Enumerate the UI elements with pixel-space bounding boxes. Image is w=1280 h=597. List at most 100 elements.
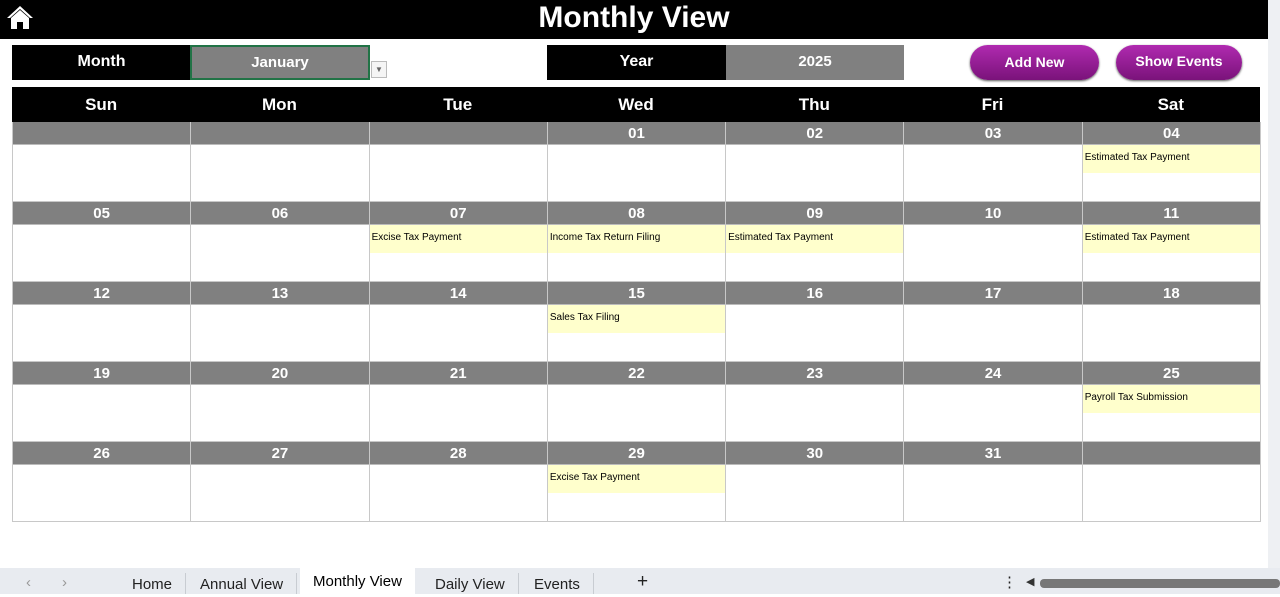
day-cell[interactable]: 23 <box>726 362 905 442</box>
weekday-sat: Sat <box>1157 95 1185 114</box>
sheet-tab-home[interactable]: Home <box>119 573 187 594</box>
day-number <box>369 122 547 145</box>
day-number: 03 <box>904 122 1082 145</box>
day-number: 21 <box>369 362 547 385</box>
horizontal-scrollbar[interactable] <box>1040 579 1280 588</box>
day-cell[interactable]: 19 <box>13 362 192 442</box>
day-number: 25 <box>1082 362 1260 385</box>
chevron-right-icon[interactable]: › <box>62 574 67 591</box>
scroll-left-icon[interactable]: ◀ <box>1026 575 1034 588</box>
chevron-left-icon[interactable]: ‹ <box>26 574 31 591</box>
page-title: Monthly View <box>538 1 730 34</box>
day-cell[interactable]: 29 Excise Tax Payment <box>547 442 727 522</box>
day-number: 29 <box>547 442 726 465</box>
day-number: 07 <box>369 202 547 225</box>
day-cell[interactable]: 08 Income Tax Return Filing <box>547 202 727 282</box>
day-cell[interactable]: 15 Sales Tax Filing <box>547 282 727 362</box>
day-number: 31 <box>904 442 1082 465</box>
month-select[interactable]: January <box>190 45 370 80</box>
day-cell[interactable]: 16 <box>726 282 905 362</box>
day-number: 24 <box>904 362 1082 385</box>
day-cell[interactable]: 25 Payroll Tax Submission <box>1082 362 1261 442</box>
day-cell[interactable]: 03 <box>904 122 1083 202</box>
day-cell[interactable]: 21 <box>369 362 548 442</box>
day-cell[interactable]: 27 <box>191 442 370 522</box>
day-cell[interactable]: 09 Estimated Tax Payment <box>726 202 905 282</box>
day-cell[interactable]: 18 <box>1082 282 1261 362</box>
day-cell[interactable] <box>191 122 370 202</box>
sheet-tab-annual-view[interactable]: Annual View <box>187 573 298 594</box>
week-row: 05 06 07 Excise Tax Payment 08 Income Tax Ret… <box>13 202 1261 282</box>
event-item[interactable]: Income Tax Return Filing <box>547 225 726 253</box>
day-cell[interactable]: 04 Estimated Tax Payment <box>1082 122 1261 202</box>
day-cell[interactable]: 22 <box>547 362 727 442</box>
day-number: 27 <box>191 442 369 465</box>
day-cell[interactable]: 24 <box>904 362 1083 442</box>
day-number: 22 <box>547 362 726 385</box>
day-number: 01 <box>547 122 726 145</box>
event-item[interactable]: Estimated Tax Payment <box>1082 225 1260 253</box>
event-item[interactable]: Excise Tax Payment <box>369 225 547 253</box>
day-cell[interactable]: 28 <box>369 442 548 522</box>
calendar-grid: 01 02 03 04 Estimated Tax Payment 05 06 07 Excis… <box>12 122 1261 522</box>
weekday-sun: Sun <box>85 95 118 114</box>
event-item[interactable]: Estimated Tax Payment <box>1082 145 1260 173</box>
day-cell[interactable]: 12 <box>13 282 192 362</box>
day-number: 02 <box>726 122 904 145</box>
event-item[interactable]: Sales Tax Filing <box>547 305 726 333</box>
day-number: 04 <box>1082 122 1260 145</box>
day-cell[interactable]: 14 <box>369 282 548 362</box>
day-cell[interactable]: 10 <box>904 202 1083 282</box>
day-number: 05 <box>13 202 191 225</box>
more-icon[interactable]: ⋮ <box>1002 573 1017 591</box>
day-cell[interactable] <box>13 122 192 202</box>
sheet-tab-daily-view[interactable]: Daily View <box>422 573 519 594</box>
day-number: 17 <box>904 282 1082 305</box>
sheet-tab-bar: ‹ › Home Annual View Monthly View Daily Vie… <box>0 568 1280 594</box>
day-cell[interactable]: 30 <box>726 442 905 522</box>
week-row: 01 02 03 04 Estimated Tax Payment <box>13 122 1261 202</box>
sheet-tab-monthly-view[interactable]: Monthly View <box>300 568 415 594</box>
day-cell[interactable]: 17 <box>904 282 1083 362</box>
event-item[interactable]: Payroll Tax Submission <box>1082 385 1260 413</box>
day-number: 12 <box>13 282 191 305</box>
day-number: 26 <box>13 442 191 465</box>
day-cell[interactable]: 20 <box>191 362 370 442</box>
day-cell[interactable]: 06 <box>191 202 370 282</box>
day-number <box>1082 442 1260 465</box>
week-row: 19 20 21 22 23 24 25 Payroll Tax Submission <box>13 362 1261 442</box>
day-number: 14 <box>369 282 547 305</box>
sheet-edge <box>1268 0 1280 568</box>
day-cell[interactable] <box>1082 442 1261 522</box>
day-cell[interactable]: 07 Excise Tax Payment <box>369 202 548 282</box>
day-cell[interactable]: 05 <box>13 202 192 282</box>
day-cell[interactable]: 11 Estimated Tax Payment <box>1082 202 1261 282</box>
add-new-button[interactable]: Add New <box>970 45 1099 80</box>
chevron-down-icon[interactable]: ▼ <box>371 61 387 78</box>
week-row: 26 27 28 29 Excise Tax Payment 30 31 <box>13 442 1261 522</box>
day-number: 18 <box>1082 282 1260 305</box>
day-cell[interactable]: 31 <box>904 442 1083 522</box>
year-value[interactable]: 2025 <box>726 45 904 80</box>
day-cell[interactable]: 26 <box>13 442 192 522</box>
add-sheet-icon[interactable]: + <box>637 571 648 593</box>
day-number: 23 <box>726 362 904 385</box>
day-cell[interactable]: 13 <box>191 282 370 362</box>
day-number: 08 <box>547 202 726 225</box>
event-item[interactable]: Excise Tax Payment <box>547 465 726 493</box>
weekday-tue: Tue <box>443 95 473 114</box>
day-number: 28 <box>369 442 547 465</box>
weekday-fri: Fri <box>981 95 1004 114</box>
day-cell[interactable]: 02 <box>726 122 905 202</box>
day-number: 16 <box>726 282 904 305</box>
sheet-tab-events[interactable]: Events <box>521 573 594 594</box>
event-item[interactable]: Estimated Tax Payment <box>726 225 904 253</box>
day-number: 15 <box>547 282 726 305</box>
day-number: 09 <box>726 202 904 225</box>
day-number <box>191 122 369 145</box>
day-cell[interactable]: 01 <box>547 122 727 202</box>
day-number: 11 <box>1082 202 1260 225</box>
weekday-mon: Mon <box>261 95 297 114</box>
show-events-button[interactable]: Show Events <box>1116 45 1242 80</box>
day-cell[interactable] <box>369 122 548 202</box>
